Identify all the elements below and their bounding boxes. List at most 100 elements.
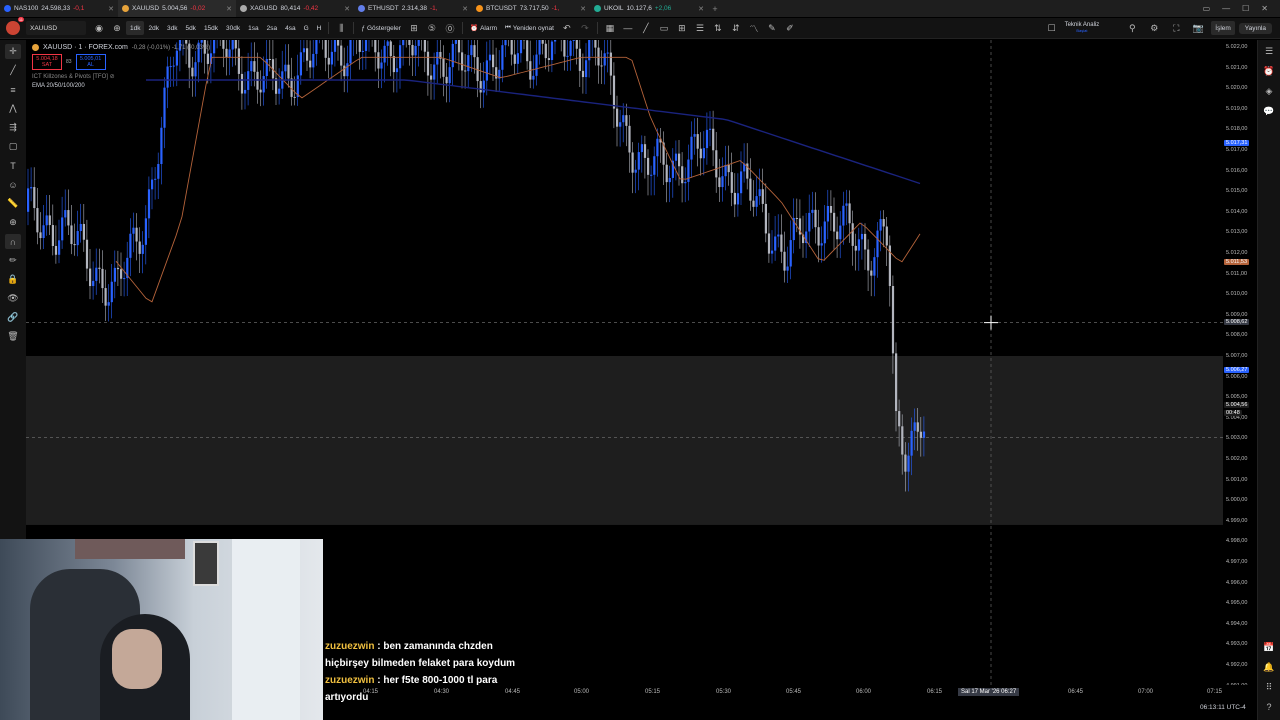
tab-nas100[interactable]: NAS100 24.598,33 -0,1 ✕ [0,0,118,17]
hidden-eye-icon[interactable]: ⊘ [110,74,115,80]
add-symbol-icon[interactable]: ⊕ [108,21,126,35]
candle-body [845,203,848,206]
close-icon[interactable]: ✕ [344,5,350,13]
close-icon[interactable]: ✕ [580,5,586,13]
interval-3[interactable]: 5dk [181,21,199,35]
tech-analysis-button[interactable]: Teknik Analiz Başlat [1065,22,1100,34]
zoom-icon[interactable]: ⊕ [5,215,21,230]
horizontal-line-icon[interactable]: — [619,21,637,35]
interval-8[interactable]: 4sa [281,21,299,35]
text-tool-icon[interactable]: T [5,158,21,173]
interval-7[interactable]: 2sa [263,21,281,35]
minimize-icon[interactable]: — [1222,4,1230,13]
long-position-icon[interactable]: ⇅ [709,21,727,35]
tab-btcusdt[interactable]: BTCUSDT 73.717,50 -1, ✕ [472,0,590,17]
killzone-box[interactable] [26,356,1223,525]
interval-0[interactable]: 1dk [126,21,145,35]
candle-body [740,171,743,194]
rectangle-icon[interactable]: ▭ [655,21,673,35]
indicator-killzones[interactable]: ICT Killzones & Pivots [TFO] ⊘ [32,73,210,80]
link-icon[interactable]: 🔗 [5,310,21,325]
help-icon[interactable]: ? [1262,700,1276,714]
alert-button[interactable]: ⏰ Alarm [466,21,501,35]
tab-xauusd[interactable]: XAUUSD 5.004,56 -0,02 ✕ [118,0,236,17]
camera-icon[interactable]: 📷 [1189,21,1207,35]
indicators-button[interactable]: ƒ Göstergeler [357,21,405,35]
checkbox-icon[interactable]: ☐ [1043,21,1061,35]
buy-button[interactable]: 5.005,01 AL [75,54,106,70]
fullscreen-icon[interactable]: ⛶ [1167,21,1185,35]
tab-ethusdt[interactable]: ETHUSDT 2.314,38 -1, ✕ [354,0,472,17]
magnet-icon[interactable]: ∩ [5,234,21,249]
visibility-icon[interactable]: 👁 [5,291,21,306]
maximize-icon[interactable]: ☐ [1242,4,1249,13]
cursor-icon[interactable]: ✛ [5,44,21,59]
close-icon[interactable]: ✕ [108,5,114,13]
lock-icon[interactable]: 🔒 [5,272,21,287]
ema-blue-line[interactable] [146,79,921,185]
interval-6[interactable]: 1sa [244,21,262,35]
add-tab-icon[interactable]: + [708,4,722,14]
close-icon[interactable]: ✕ [462,5,468,13]
forecast-tool-icon[interactable]: ⇶ [5,120,21,135]
grid-icon[interactable]: ▦ [601,21,619,35]
short-position-icon[interactable]: ⇵ [727,21,745,35]
tab-xagusd[interactable]: XAGUSD 80,414 -0,42 ✕ [236,0,354,17]
layout-icon[interactable]: ▭ [1203,4,1211,13]
candle-body [668,177,671,183]
layout-0-icon[interactable]: ⓪ [441,21,459,35]
fib-icon[interactable]: ☰ [691,21,709,35]
interval-2[interactable]: 3dk [163,21,181,35]
eye-icon[interactable]: ◉ [90,21,108,35]
emoji-tool-icon[interactable]: ☺ [5,177,21,192]
legend-title[interactable]: XAUUSD · 1 · FOREX.com [43,44,128,51]
interval-10[interactable]: H [313,21,326,35]
layout-5-icon[interactable]: ⑤ [423,21,441,35]
layers-icon[interactable]: ◈ [1262,84,1276,98]
alerts-icon[interactable]: ⏰ [1262,64,1276,78]
crosshair-grid-icon[interactable]: ⊞ [673,21,691,35]
templates-icon[interactable]: ⊞ [405,21,423,35]
undo-icon[interactable]: ↶ [558,21,576,35]
sell-button[interactable]: 5.004,18 SAT [32,54,62,70]
interval-1[interactable]: 2dk [144,21,162,35]
fib-tool-icon[interactable]: ≡ [5,82,21,97]
trash-icon[interactable]: 🗑 [5,329,21,344]
window-close-icon[interactable]: ✕ [1261,4,1268,13]
magnifier-icon[interactable]: ⚲ [1123,21,1141,35]
interval-9[interactable]: G [300,21,313,35]
shape-tool-icon[interactable]: ▢ [5,139,21,154]
price-tick: 5.006,00 [1226,373,1248,380]
symbol-search[interactable]: XAUUSD [26,21,86,35]
candle-body [374,40,377,53]
ruler-icon[interactable]: 📏 [5,196,21,211]
tab-ukoil[interactable]: UKOIL 10.127,6 +2,06 ✕ [590,0,708,17]
interval-5[interactable]: 30dk [222,21,244,35]
pencil-icon[interactable]: ✐ [781,21,799,35]
trade-button[interactable]: İşlem [1211,21,1235,35]
trend-line-icon[interactable]: ╱ [637,21,655,35]
pattern-tool-icon[interactable]: ⋀ [5,101,21,116]
bell-icon[interactable]: 🔔 [1262,660,1276,674]
utc-clock[interactable]: 06:13:11 UTC-4 [1200,704,1246,711]
publish-button[interactable]: Yayınla [1238,22,1272,34]
interval-4[interactable]: 15dk [200,21,222,35]
line-tool-icon[interactable]: ╱ [5,63,21,78]
price-axis[interactable]: 5.022,00 5.021,00 5.020,00 5.019,00 5.018,00… [1223,40,1257,689]
chat-icon[interactable]: 💬 [1262,104,1276,118]
candle-style-icon[interactable]: ⫼ [332,21,350,35]
indicator-ema[interactable]: EMA 20/50/100/200 [32,83,210,89]
tradingview-logo[interactable]: 11 [6,17,24,35]
candle-body [758,189,761,197]
redo-icon[interactable]: ↷ [576,21,594,35]
close-icon[interactable]: ✕ [226,5,232,13]
path-icon[interactable]: 〽 [745,21,763,35]
settings-icon[interactable]: ⚙ [1145,21,1163,35]
watchlist-icon[interactable]: ☰ [1262,44,1276,58]
calendar-icon[interactable]: 📅 [1262,640,1276,654]
apps-icon[interactable]: ⠿ [1262,680,1276,694]
draw-mode-icon[interactable]: ✏ [5,253,21,268]
close-icon[interactable]: ✕ [698,5,704,13]
replay-button[interactable]: ⏮ Yeniden oynat [501,21,558,35]
brush-icon[interactable]: ✎ [763,21,781,35]
